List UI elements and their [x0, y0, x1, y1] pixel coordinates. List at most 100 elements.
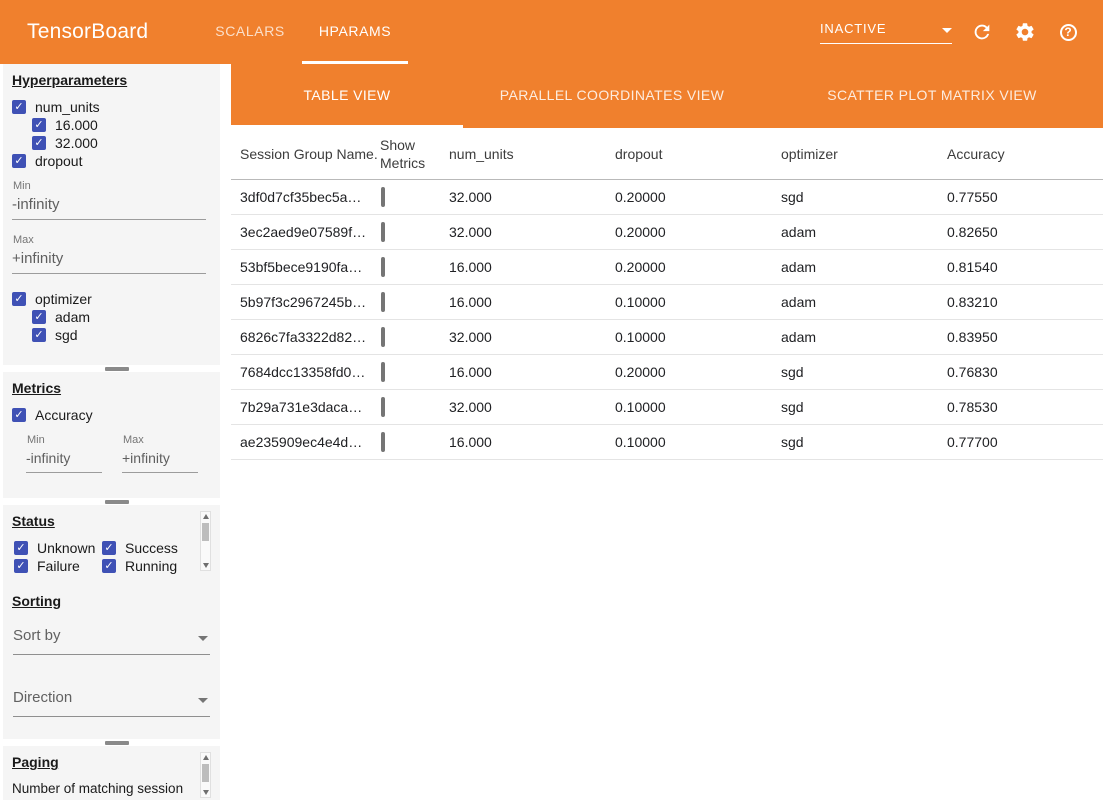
- scroll-down-icon[interactable]: [201, 561, 210, 570]
- settings-button[interactable]: [1012, 19, 1038, 45]
- column-header-accuracy[interactable]: Accuracy: [947, 146, 1103, 164]
- tab-table-view[interactable]: TABLE VIEW: [231, 64, 463, 128]
- top-bar: TensorBoard SCALARS HPARAMS INACTIVE ?: [0, 0, 1103, 64]
- direction-select[interactable]: Direction: [13, 685, 210, 717]
- show-metrics-checkbox[interactable]: [381, 362, 385, 382]
- status-heading: Status: [12, 513, 213, 529]
- dropout-value: 0.20000: [615, 189, 781, 205]
- hparam-num-units-value-checkbox[interactable]: 32.000: [32, 134, 213, 152]
- scrollbar-thumb[interactable]: [202, 523, 209, 541]
- num-units-value: 32.000: [449, 189, 615, 205]
- help-button[interactable]: ?: [1055, 19, 1081, 45]
- metric-min-max-row: Min Max: [24, 434, 213, 473]
- tensorboard-app: TensorBoard SCALARS HPARAMS INACTIVE ?: [0, 0, 1103, 800]
- dropout-max-input[interactable]: [12, 248, 206, 274]
- reload-interval-select[interactable]: INACTIVE: [820, 21, 952, 44]
- status-success-checkbox[interactable]: Success: [102, 539, 213, 557]
- optimizer-value: adam: [781, 294, 947, 310]
- app-title: TensorBoard: [27, 0, 148, 64]
- gear-icon: [1014, 21, 1036, 43]
- dropout-min-input[interactable]: [12, 194, 206, 220]
- show-metrics-checkbox[interactable]: [381, 432, 385, 452]
- checkbox-label: Success: [125, 540, 178, 556]
- hyperparameters-pane: Hyperparameters num_units 16.000 32.000 …: [3, 64, 220, 365]
- checkbox-label: Accuracy: [35, 407, 93, 423]
- show-metrics-checkbox[interactable]: [381, 397, 385, 417]
- chevron-down-icon: [942, 28, 952, 33]
- pane-resize-handle[interactable]: [105, 500, 129, 504]
- hparam-num-units-checkbox[interactable]: num_units: [12, 98, 213, 116]
- status-scrollbar[interactable]: [200, 511, 211, 571]
- metric-max-input[interactable]: [122, 448, 198, 473]
- dropout-value: 0.10000: [615, 434, 781, 450]
- sort-by-select[interactable]: Sort by: [13, 623, 210, 655]
- main-content: TABLE VIEW PARALLEL COORDINATES VIEW SCA…: [231, 64, 1103, 800]
- status-failure-checkbox[interactable]: Failure: [14, 557, 100, 575]
- checkbox-checked-icon: [12, 292, 26, 306]
- pane-resize-handle[interactable]: [105, 367, 129, 371]
- dropout-value: 0.10000: [615, 399, 781, 415]
- metrics-heading: Metrics: [12, 380, 213, 396]
- checkbox-label: 16.000: [55, 117, 98, 133]
- scroll-up-icon[interactable]: [201, 753, 210, 762]
- accuracy-value: 0.76830: [947, 364, 1103, 380]
- column-header-session-group-name[interactable]: Session Group Name.: [231, 146, 379, 164]
- metric-max-label: Max: [123, 434, 198, 446]
- hparam-optimizer-checkbox[interactable]: optimizer: [12, 290, 213, 308]
- metric-min-input[interactable]: [26, 448, 102, 473]
- accuracy-value: 0.83210: [947, 294, 1103, 310]
- chevron-down-icon: [198, 698, 208, 703]
- session-group-name: 7684dcc13358fd0…: [231, 364, 379, 380]
- column-header-num-units[interactable]: num_units: [449, 146, 615, 164]
- metric-accuracy-checkbox[interactable]: Accuracy: [12, 406, 213, 424]
- scrollbar-track[interactable]: [201, 521, 210, 561]
- show-metrics-checkbox[interactable]: [381, 292, 385, 312]
- hparam-num-units-value-checkbox[interactable]: 16.000: [32, 116, 213, 134]
- scrollbar-thumb[interactable]: [202, 764, 209, 782]
- status-unknown-checkbox[interactable]: Unknown: [14, 539, 100, 557]
- column-header-dropout[interactable]: dropout: [615, 146, 781, 164]
- tab-hparams[interactable]: HPARAMS: [302, 0, 408, 64]
- tab-scalars[interactable]: SCALARS: [198, 0, 302, 64]
- optimizer-value: adam: [781, 259, 947, 275]
- tab-parallel-coordinates-view[interactable]: PARALLEL COORDINATES VIEW: [463, 64, 761, 128]
- table-row: 3df0d7cf35bec5a… 32.000 0.20000 sgd 0.77…: [231, 180, 1103, 215]
- scroll-up-icon[interactable]: [201, 512, 210, 521]
- scroll-down-icon[interactable]: [201, 788, 210, 797]
- show-metrics-checkbox[interactable]: [381, 327, 385, 347]
- checkbox-checked-icon: [32, 328, 46, 342]
- sort-by-value: Sort by: [13, 627, 61, 644]
- chevron-down-icon: [198, 636, 208, 641]
- session-group-name: 53bf5bece9190fa…: [231, 259, 379, 275]
- show-metrics-checkbox[interactable]: [381, 187, 385, 207]
- hparam-optimizer-value-checkbox[interactable]: sgd: [32, 326, 213, 344]
- accuracy-value: 0.81540: [947, 259, 1103, 275]
- tab-scatter-plot-matrix-view[interactable]: SCATTER PLOT MATRIX VIEW: [761, 64, 1103, 128]
- num-units-value: 32.000: [449, 399, 615, 415]
- scrollbar-track[interactable]: [201, 762, 210, 788]
- dropout-value: 0.20000: [615, 364, 781, 380]
- show-metrics-checkbox[interactable]: [381, 222, 385, 242]
- num-units-value: 16.000: [449, 259, 615, 275]
- paging-heading: Paging: [12, 754, 213, 770]
- paging-scrollbar[interactable]: [200, 752, 211, 798]
- dropout-value: 0.10000: [615, 329, 781, 345]
- num-units-value: 32.000: [449, 224, 615, 240]
- show-metrics-checkbox[interactable]: [381, 257, 385, 277]
- checkbox-checked-icon: [12, 408, 26, 422]
- hparam-optimizer-value-checkbox[interactable]: adam: [32, 308, 213, 326]
- refresh-button[interactable]: [969, 19, 995, 45]
- pane-resize-handle[interactable]: [105, 741, 129, 745]
- session-group-table: Session Group Name. Show Metrics num_uni…: [231, 128, 1103, 460]
- hparam-dropout-checkbox[interactable]: dropout: [12, 152, 213, 170]
- status-running-checkbox[interactable]: Running: [102, 557, 213, 575]
- checkbox-label: Failure: [37, 558, 80, 574]
- column-header-show-metrics[interactable]: Show Metrics: [379, 137, 449, 172]
- column-header-optimizer[interactable]: optimizer: [781, 146, 947, 164]
- pane-divider: [3, 498, 231, 505]
- num-units-value: 32.000: [449, 329, 615, 345]
- optimizer-value: sgd: [781, 364, 947, 380]
- checkbox-checked-icon: [102, 541, 116, 555]
- checkbox-checked-icon: [32, 118, 46, 132]
- optimizer-value: adam: [781, 224, 947, 240]
